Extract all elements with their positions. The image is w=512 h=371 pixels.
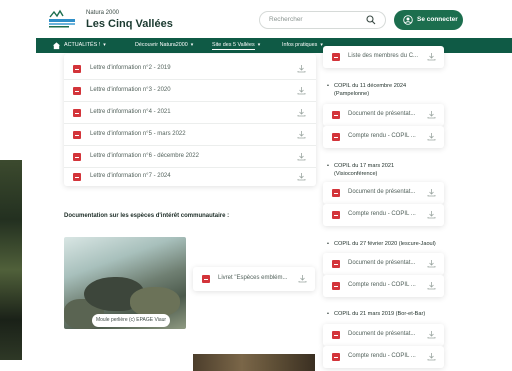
chevron-down-icon: ▾ [103,42,106,48]
search-placeholder: Rechercher [269,16,303,23]
list-item[interactable]: Lettre d'information n°7 - 2024 [64,166,316,188]
photo-caption: Moule perlière (c) EPAGE Viaur [92,314,170,327]
pdf-icon [332,331,340,339]
nav-item-decouvrir[interactable]: Découvrir Natura2000 ▾ [135,42,193,48]
login-button[interactable]: Se connecter [394,10,463,30]
download-icon[interactable] [427,259,436,268]
list-item[interactable]: Lettre d'information n°5 - mars 2022 [64,124,316,146]
newsletter-list: Lettre d'information n°2 - 2019 Lettre d… [64,54,316,186]
species-photo[interactable]: Moule perlière (c) EPAGE Viaur [64,237,186,329]
pdf-icon [202,275,210,283]
copil-presentation-doc[interactable]: Document de présentat... [323,182,444,204]
copil-presentation-doc[interactable]: Document de présentat... [323,104,444,126]
download-icon[interactable] [427,352,436,361]
site-header: Natura 2000 Les Cinq Vallées Rechercher … [0,0,512,38]
logo-subtitle: Natura 2000 [86,10,120,16]
copil-presentation-doc[interactable]: Document de présentat... [323,253,444,275]
pdf-icon [73,153,81,161]
species-section-title: Documentation sur les espèces d'intérêt … [64,213,230,219]
copil-report-doc[interactable]: Compte rendu - COPIL ... [323,275,444,297]
list-item[interactable]: Lettre d'information n°4 - 2021 [64,102,316,124]
logo-title[interactable]: Les Cinq Vallées [86,18,173,30]
search-input[interactable]: Rechercher [259,11,386,29]
pdf-icon [73,173,81,181]
download-icon[interactable] [298,274,307,283]
login-label: Se connecter [417,16,458,23]
pdf-icon [332,111,340,119]
copil-title: • COPIL du 21 mars 2019 (Bor-et-Bar) [327,311,426,317]
download-icon[interactable] [427,132,436,141]
species-photo-2[interactable] [193,354,315,371]
download-icon[interactable] [427,188,436,197]
pdf-icon [332,353,340,361]
search-icon[interactable] [366,15,376,25]
copil-report-doc[interactable]: Compte rendu - COPIL ... [323,126,444,148]
livret-download[interactable]: Livret "Espèces emblém... [193,267,315,291]
copil-title: • COPIL du 11 décembre 2024 (Pampelonne) [327,83,407,97]
download-icon[interactable] [427,110,436,119]
pdf-icon [332,133,340,141]
download-icon[interactable] [297,108,306,117]
pdf-icon [332,189,340,197]
download-icon[interactable] [297,86,306,95]
pdf-icon [73,131,81,139]
copil-title: • COPIL du 27 février 2020 (lescure-Jaou… [327,241,436,247]
user-icon [403,15,413,25]
download-icon[interactable] [427,210,436,219]
site-logo[interactable] [48,9,76,29]
pdf-icon [332,211,340,219]
list-item[interactable]: Lettre d'information n°6 - décembre 2022 [64,146,316,168]
download-icon[interactable] [297,64,306,73]
download-icon[interactable] [427,52,436,61]
nav-item-site-vallees[interactable]: Site des 5 Vallées ▾ [212,42,261,50]
download-icon[interactable] [297,130,306,139]
pdf-icon [332,282,340,290]
copil-report-doc[interactable]: Compte rendu - COPIL ... [323,346,444,368]
pdf-icon [73,65,81,73]
chevron-down-icon: ▾ [257,42,261,48]
nav-item-infos[interactable]: Infos pratiques ▾ [282,42,323,48]
pdf-icon [332,260,340,268]
copil-report-doc[interactable]: Compte rendu - COPIL ... [323,204,444,226]
download-icon[interactable] [427,330,436,339]
home-icon[interactable] [52,41,61,50]
background-forest-image [0,160,22,360]
download-icon[interactable] [427,281,436,290]
chevron-down-icon: ▾ [190,42,194,48]
copil-title: • COPIL du 17 mars 2021 (Visioconférence… [327,163,395,177]
copil-presentation-doc[interactable]: Document de présentat... [323,324,444,346]
pdf-icon [332,53,340,61]
list-item[interactable]: Lettre d'information n°2 - 2019 [64,58,316,80]
download-icon[interactable] [297,152,306,161]
pdf-icon [73,87,81,95]
pdf-icon [73,109,81,117]
list-item[interactable]: Lettre d'information n°3 - 2020 [64,80,316,102]
copil-members-doc[interactable]: Liste des membres du C... [323,46,444,68]
download-icon[interactable] [297,172,306,181]
nav-item-actualites[interactable]: ACTUALITÉS ! ▾ [64,42,106,48]
